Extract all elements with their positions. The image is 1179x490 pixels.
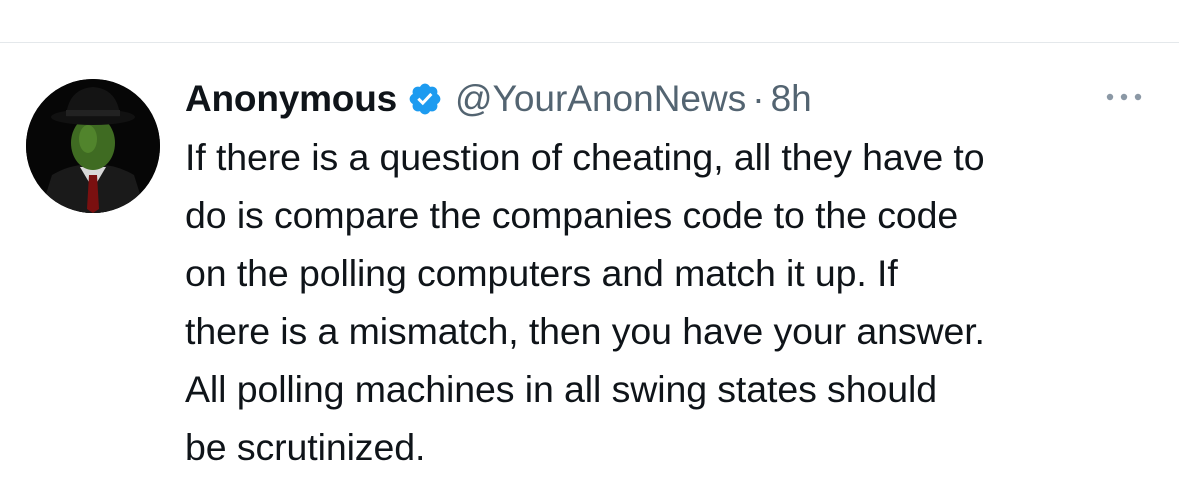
display-name[interactable]: Anonymous xyxy=(185,78,397,120)
more-options-icon[interactable] xyxy=(1099,82,1149,112)
tweet-header: Anonymous @YourAnonNews · 8h xyxy=(185,76,1165,122)
tweet-content: Anonymous @YourAnonNews · 8h If there is… xyxy=(185,76,1165,476)
previous-content-area xyxy=(0,0,1179,42)
user-handle[interactable]: @YourAnonNews xyxy=(455,78,746,120)
avatar-image xyxy=(26,79,160,213)
separator-dot: · xyxy=(752,78,765,119)
verified-badge-icon xyxy=(407,81,443,117)
avatar[interactable] xyxy=(26,79,160,213)
tweet-text: If there is a question of cheating, all … xyxy=(185,136,985,468)
timestamp[interactable]: 8h xyxy=(771,78,812,120)
tweet[interactable]: Anonymous @YourAnonNews · 8h If there is… xyxy=(0,43,1179,490)
